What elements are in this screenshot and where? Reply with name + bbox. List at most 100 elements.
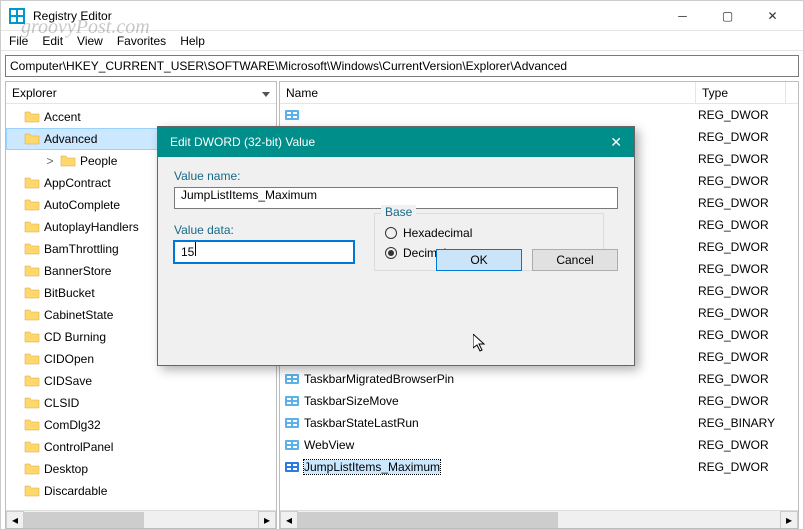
cancel-button[interactable]: Cancel	[532, 249, 618, 271]
tree-item-label: ComDlg32	[44, 418, 101, 432]
scroll-thumb[interactable]	[298, 512, 558, 528]
list-row[interactable]: TaskbarStateLastRun REG_BINARY	[280, 412, 798, 434]
minimize-button[interactable]: ─	[660, 2, 705, 30]
dialog-titlebar[interactable]: Edit DWORD (32-bit) Value ✕	[158, 127, 634, 157]
cell-type: REG_DWOR	[696, 108, 796, 122]
tree-item[interactable]: ControlPanel	[6, 436, 276, 458]
cell-type: REG_DWOR	[696, 152, 796, 166]
tree-item-label: BamThrottling	[44, 242, 119, 256]
tree-item-label: Advanced	[44, 132, 97, 146]
cell-name: TaskbarSizeMove	[280, 393, 696, 409]
address-text: Computer\HKEY_CURRENT_USER\SOFTWARE\Micr…	[10, 59, 567, 73]
radio-hexadecimal[interactable]: Hexadecimal	[385, 226, 593, 240]
value-name: TaskbarSizeMove	[304, 394, 399, 408]
cell-type: REG_DWOR	[696, 262, 796, 276]
value-name: TaskbarStateLastRun	[304, 416, 419, 430]
dialog-close-button[interactable]: ✕	[610, 134, 622, 151]
tree-item-label: ControlPanel	[44, 440, 113, 454]
menu-file[interactable]: File	[9, 34, 28, 48]
valuename-label: Value name:	[174, 169, 618, 183]
menu-help[interactable]: Help	[180, 34, 205, 48]
address-bar[interactable]: Computer\HKEY_CURRENT_USER\SOFTWARE\Micr…	[5, 55, 799, 77]
maximize-button[interactable]: ▢	[705, 2, 750, 30]
tree-item-label: AutoComplete	[44, 198, 120, 212]
col-type[interactable]: Type	[696, 82, 786, 103]
tree-item[interactable]: CIDSave	[6, 370, 276, 392]
tree-item[interactable]: CLSID	[6, 392, 276, 414]
tree-item-label: AutoplayHandlers	[44, 220, 139, 234]
scroll-left-button[interactable]: ◂	[280, 511, 298, 529]
scroll-left-button[interactable]: ◂	[6, 511, 24, 529]
cell-type: REG_DWOR	[696, 196, 796, 210]
tree-item[interactable]: ComDlg32	[6, 414, 276, 436]
list-row[interactable]: REG_DWOR	[280, 104, 798, 126]
cell-type: REG_DWOR	[696, 130, 796, 144]
tree-item-label: CIDOpen	[44, 352, 94, 366]
list-row[interactable]: TaskbarMigratedBrowserPin REG_DWOR	[280, 368, 798, 390]
value-name: TaskbarMigratedBrowserPin	[304, 372, 454, 386]
tree-header[interactable]: Explorer	[6, 82, 276, 104]
tree-item[interactable]: Discardable	[6, 480, 276, 502]
cell-name: WebView	[280, 437, 696, 453]
list-header: Name Type	[280, 82, 798, 104]
tree-item[interactable]: Desktop	[6, 458, 276, 480]
menu-edit[interactable]: Edit	[42, 34, 63, 48]
menu-favorites[interactable]: Favorites	[117, 34, 166, 48]
titlebar: Registry Editor ─ ▢ ✕	[1, 1, 803, 31]
tree-item-label: CabinetState	[44, 308, 113, 322]
ok-button[interactable]: OK	[436, 249, 522, 271]
radio-icon	[385, 227, 397, 239]
menu-view[interactable]: View	[77, 34, 103, 48]
tree-item-label: Discardable	[44, 484, 107, 498]
cell-name: TaskbarMigratedBrowserPin	[280, 371, 696, 387]
regedit-icon	[9, 8, 25, 24]
chevron-down-icon	[262, 86, 270, 100]
expander-icon[interactable]: >	[44, 154, 56, 168]
cell-type: REG_DWOR	[696, 328, 796, 342]
cell-type: REG_DWOR	[696, 350, 796, 364]
scroll-thumb[interactable]	[24, 512, 144, 528]
value-name: WebView	[304, 438, 354, 452]
cell-type: REG_DWOR	[696, 240, 796, 254]
col-name[interactable]: Name	[280, 82, 696, 103]
cell-type: REG_DWOR	[696, 460, 796, 474]
cell-type: REG_DWOR	[696, 284, 796, 298]
list-hscroll[interactable]: ◂ ▸	[280, 510, 798, 528]
valuedata-label: Value data:	[174, 223, 354, 237]
list-row[interactable]: JumpListItems_Maximum REG_DWOR	[280, 456, 798, 478]
list-row[interactable]: TaskbarSizeMoveREG_DWOR	[280, 390, 798, 412]
tree-item-label: Desktop	[44, 462, 88, 476]
list-row[interactable]: WebView REG_DWOR	[280, 434, 798, 456]
cell-type: REG_DWOR	[696, 438, 796, 452]
close-button[interactable]: ✕	[750, 2, 795, 30]
cell-type: REG_DWOR	[696, 174, 796, 188]
scroll-right-button[interactable]: ▸	[780, 511, 798, 529]
tree-item-label: People	[80, 154, 117, 168]
tree-item-label: AppContract	[44, 176, 111, 190]
valuedata-input[interactable]: 15	[174, 241, 354, 263]
text-caret	[195, 242, 196, 256]
cell-type: REG_BINARY	[696, 416, 796, 430]
tree-item-label: BitBucket	[44, 286, 95, 300]
tree-item-label: CD Burning	[44, 330, 106, 344]
cell-type: REG_DWOR	[696, 218, 796, 232]
edit-dword-dialog: Edit DWORD (32-bit) Value ✕ Value name: …	[157, 126, 635, 366]
tree-hscroll[interactable]: ◂ ▸	[6, 510, 276, 528]
base-legend: Base	[381, 205, 416, 219]
value-name: JumpListItems_Maximum	[304, 460, 440, 474]
tree-item[interactable]: Accent	[6, 106, 276, 128]
tree-item-label: Accent	[44, 110, 81, 124]
radio-hex-label: Hexadecimal	[403, 226, 472, 240]
menubar: File Edit View Favorites Help	[1, 31, 803, 51]
scroll-right-button[interactable]: ▸	[258, 511, 276, 529]
cell-type: REG_DWOR	[696, 372, 796, 386]
tree-item-label: CIDSave	[44, 374, 92, 388]
dialog-title: Edit DWORD (32-bit) Value	[170, 135, 315, 149]
cell-name	[280, 107, 696, 123]
radio-icon	[385, 247, 397, 259]
tree-item-label: CLSID	[44, 396, 79, 410]
cell-name: TaskbarStateLastRun	[280, 415, 696, 431]
tree-header-label: Explorer	[12, 86, 57, 100]
tree-item-label: BannerStore	[44, 264, 111, 278]
cell-name: JumpListItems_Maximum	[280, 459, 696, 475]
